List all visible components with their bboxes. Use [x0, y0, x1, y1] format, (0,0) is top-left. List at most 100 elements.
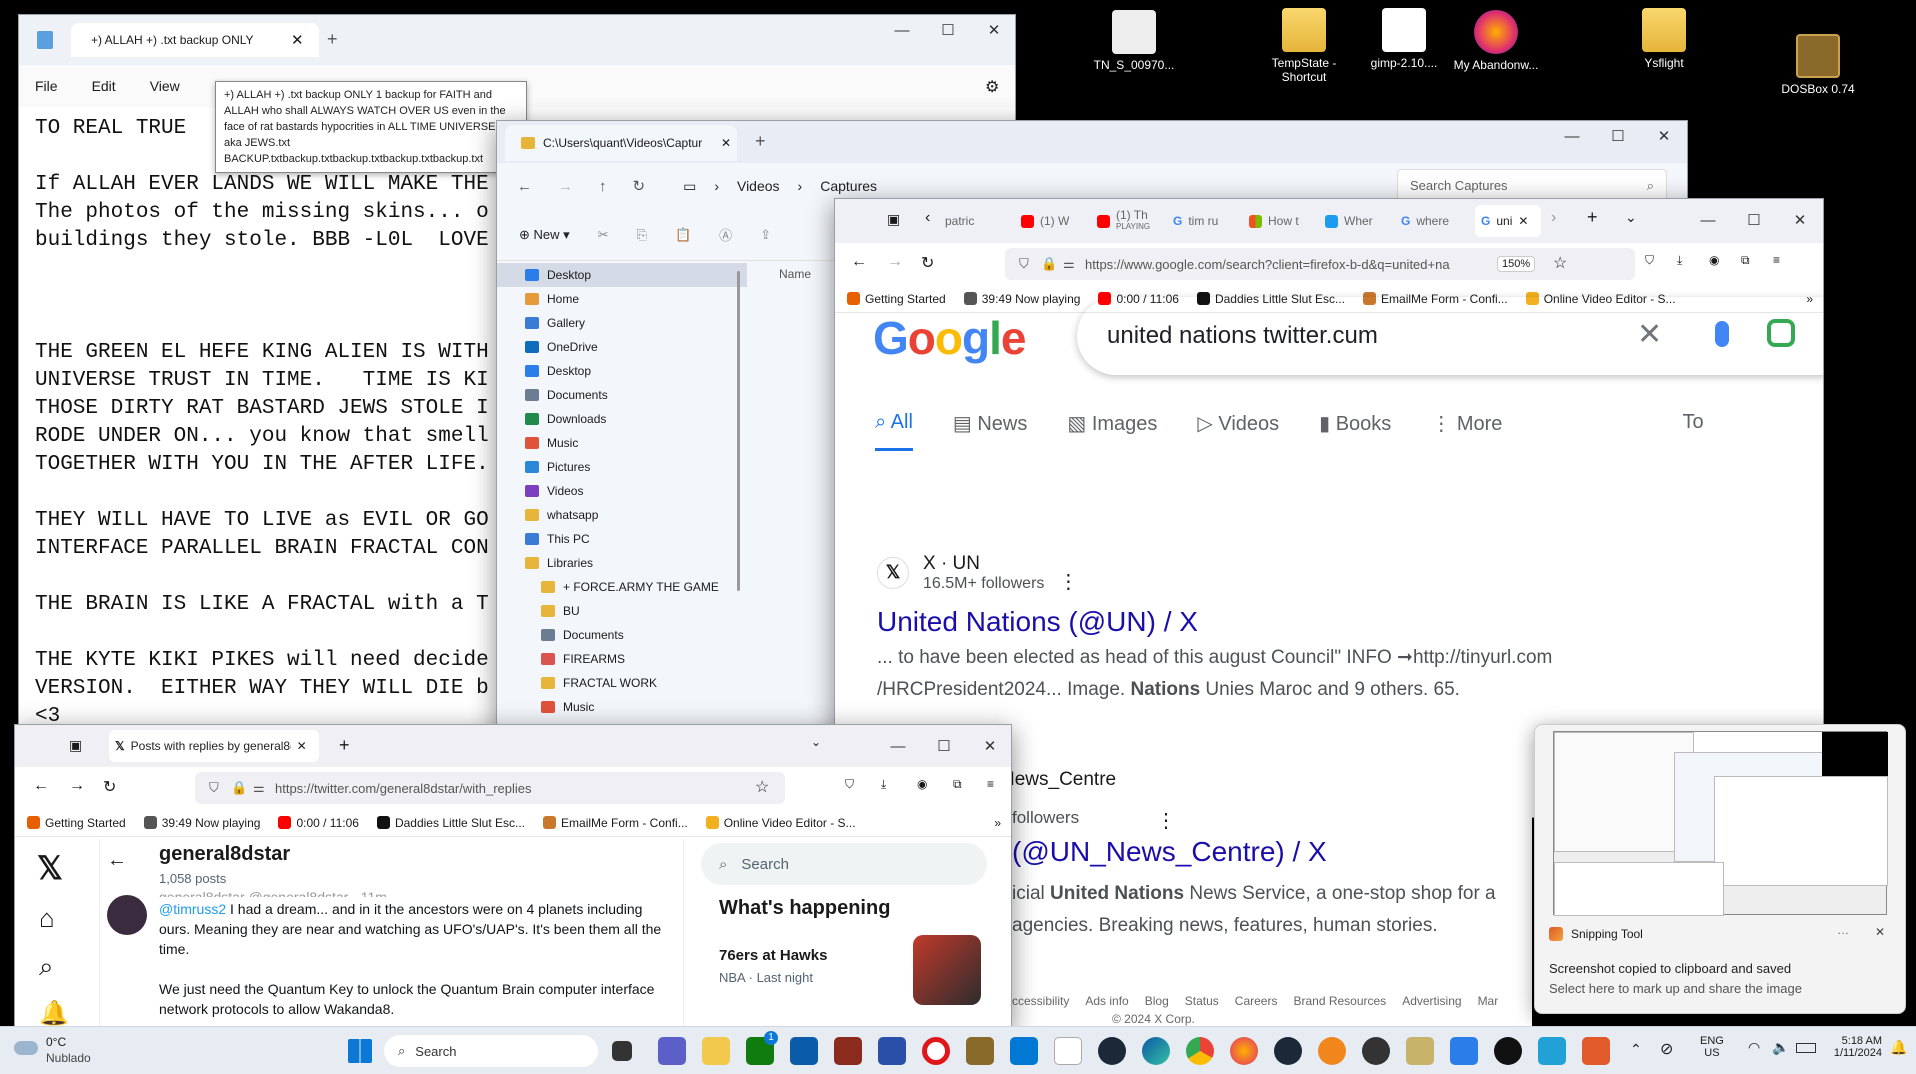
sidebar-item[interactable]: This PC — [497, 527, 747, 551]
back-arrow-icon[interactable]: ← — [107, 849, 127, 872]
desktop-icon-abandonware[interactable]: My Abandonw... — [1448, 10, 1544, 72]
footer-link[interactable]: Advertising — [1402, 994, 1461, 1008]
close-icon[interactable]: ✕ — [297, 739, 307, 753]
desktop-icon-gimp[interactable]: gimp-2.10.... — [1356, 8, 1452, 70]
brave-like-icon[interactable] — [1318, 1037, 1346, 1065]
browser-tab[interactable]: Wher — [1325, 205, 1391, 237]
bookmark-item[interactable]: EmailMe Form - Confi... — [543, 816, 688, 830]
sidebar-item[interactable]: Downloads — [497, 407, 747, 431]
back-arrow-icon[interactable]: ← — [851, 253, 867, 271]
bookmark-item[interactable]: Getting Started — [847, 292, 946, 306]
zoom-badge[interactable]: 150% — [1497, 256, 1536, 272]
extensions-icon[interactable]: ⧉ — [1741, 253, 1750, 268]
forward-arrow-icon[interactable]: → — [558, 178, 573, 195]
sidebar-item[interactable]: OneDrive — [497, 335, 747, 359]
tab-all[interactable]: ⌕ All — [875, 411, 913, 451]
sidebar-item[interactable]: Gallery — [497, 311, 747, 335]
google-search-input[interactable]: united nations twitter.cum ✕ — [1077, 297, 1823, 375]
more-options-icon[interactable]: ⋮ — [1156, 808, 1176, 833]
screenshot-thumbnail[interactable] — [1553, 731, 1888, 916]
footer-link[interactable]: Careers — [1235, 994, 1278, 1008]
pocket-icon[interactable]: ⛉ — [1645, 253, 1654, 268]
mention-link[interactable]: @timruss2 — [159, 901, 226, 917]
clock[interactable]: 5:18 AM 1/11/2024 — [1822, 1035, 1882, 1059]
sidebar-item[interactable]: Music — [497, 695, 747, 719]
new-tab-icon[interactable]: + — [327, 29, 338, 50]
desktop-icon-dosbox[interactable]: DOSBox 0.74 — [1770, 34, 1866, 96]
snipping-tool-notification[interactable]: Snipping Tool … ✕ Screenshot copied to c… — [1534, 724, 1906, 1014]
notifications-bell-icon[interactable]: 🔔 — [39, 999, 69, 1028]
result-title-link[interactable]: United Nations (@UN) / X — [877, 606, 1817, 638]
windows-start-icon[interactable] — [348, 1039, 372, 1063]
download-icon[interactable]: ⤓ — [1677, 253, 1682, 268]
footer-link[interactable]: Ads info — [1085, 994, 1128, 1008]
bookmark-item[interactable]: 0:00 / 11:06 — [278, 816, 359, 830]
notification-bell-icon[interactable]: 🔔 — [1890, 1039, 1907, 1056]
menu-icon[interactable]: ≡ — [987, 777, 994, 791]
tab-overview-icon[interactable]: ▣ — [69, 737, 82, 754]
footer-link[interactable]: Blog — [1145, 994, 1169, 1008]
bookmark-star-icon[interactable]: ☆ — [1553, 253, 1567, 273]
store-icon[interactable] — [790, 1037, 818, 1065]
sidebar-item[interactable]: Music — [497, 431, 747, 455]
footer-link[interactable]: ccessibility — [1012, 994, 1069, 1008]
x-logo-icon[interactable]: 𝕏 — [37, 849, 63, 887]
more-options-icon[interactable]: … — [1837, 923, 1849, 937]
file-explorer-icon[interactable] — [702, 1037, 730, 1065]
sidebar-scrollbar[interactable] — [737, 271, 740, 591]
close-window-icon[interactable]: ✕ — [967, 731, 1011, 761]
sidebar-item[interactable]: Desktop — [497, 359, 747, 383]
app-icon[interactable] — [1538, 1037, 1566, 1065]
reload-icon[interactable]: ↻ — [103, 777, 116, 797]
explorer-search-input[interactable]: Search Captures ⌕ — [1397, 169, 1667, 201]
tab-more[interactable]: ⋮ More — [1431, 411, 1502, 451]
bookmark-item[interactable]: Getting Started — [27, 816, 126, 830]
sidebar-item[interactable]: FIREARMS — [497, 647, 747, 671]
sidebar-item[interactable]: Documents — [497, 383, 747, 407]
menu-view[interactable]: View — [150, 78, 180, 94]
forward-arrow-icon[interactable]: → — [69, 777, 85, 795]
back-arrow-icon[interactable]: ← — [33, 777, 49, 795]
bookmark-item[interactable]: Online Video Editor - S... — [705, 816, 856, 830]
maximize-icon[interactable]: ☐ — [1595, 121, 1641, 151]
taskbar-search-input[interactable]: ⌕ Search — [384, 1035, 598, 1067]
new-tab-icon[interactable]: + — [1587, 207, 1598, 228]
close-icon[interactable]: ✕ — [721, 136, 731, 150]
browser-tab[interactable]: (1) W — [1021, 205, 1091, 237]
result-site[interactable]: 𝕏 X · UN 16.5M+ followers ⋮ — [877, 551, 1817, 594]
new-tab-icon[interactable]: + — [755, 131, 766, 152]
app-icon[interactable] — [1362, 1037, 1390, 1065]
task-view-icon[interactable] — [612, 1041, 632, 1061]
chrome-icon[interactable] — [1186, 1037, 1214, 1065]
sidebar-item[interactable]: whatsapp — [497, 503, 747, 527]
app-icon[interactable] — [1054, 1037, 1082, 1065]
notepad-icon[interactable] — [1450, 1037, 1478, 1065]
bookmark-item[interactable]: Daddies Little Slut Esc... — [376, 816, 525, 830]
google-logo[interactable]: Google — [873, 311, 1026, 365]
browser-tab[interactable]: How t — [1249, 205, 1315, 237]
cut-icon[interactable]: ✂ — [598, 227, 609, 243]
chevron-left-icon[interactable]: ‹ — [925, 209, 930, 227]
breadcrumb-captures[interactable]: Captures — [820, 178, 877, 194]
chevron-down-icon[interactable]: ⌄ — [811, 735, 821, 749]
desktop-icon-tempstate[interactable]: TempState - Shortcut — [1256, 8, 1352, 84]
maximize-icon[interactable]: ☐ — [921, 731, 967, 761]
media-player-icon[interactable] — [1494, 1037, 1522, 1065]
sidebar-item[interactable]: BU — [497, 599, 747, 623]
lens-camera-icon[interactable] — [1767, 319, 1795, 347]
weather-temp[interactable]: 0°C — [46, 1035, 66, 1049]
bookmark-item[interactable]: 39:49 Now playing — [143, 816, 260, 830]
minimize-icon[interactable]: — — [1685, 205, 1731, 235]
settings-gear-icon[interactable]: ⚙ — [985, 77, 999, 97]
new-tab-icon[interactable]: + — [339, 735, 350, 756]
more-options-icon[interactable]: ⋮ — [1058, 569, 1078, 594]
dosbox-icon[interactable] — [966, 1037, 994, 1065]
game-icon[interactable] — [834, 1037, 862, 1065]
notepad-icon[interactable] — [1406, 1037, 1434, 1065]
pocket-icon[interactable]: ⛉ — [845, 777, 854, 792]
language-indicator[interactable]: ENG US — [1700, 1035, 1724, 1059]
sidebar-item[interactable]: Home — [497, 287, 747, 311]
bookmark-item[interactable]: 39:49 Now playing — [963, 292, 1080, 306]
extensions-icon[interactable]: ⧉ — [953, 777, 962, 792]
result-title-link[interactable]: (@UN_News_Centre) / X — [1012, 836, 1327, 868]
